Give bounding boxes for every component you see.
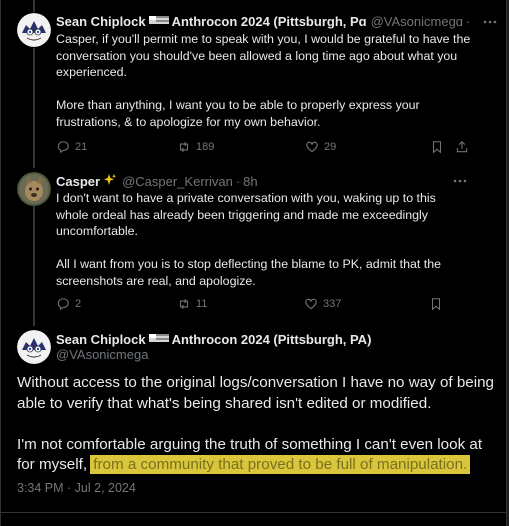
display-name[interactable]: Casper bbox=[56, 174, 100, 190]
thread-line bbox=[33, 0, 35, 12]
separator-dot: · bbox=[235, 174, 241, 189]
repost-count: 189 bbox=[196, 141, 215, 153]
tweet-text: I don't want to have a private conversat… bbox=[56, 190, 456, 289]
display-name[interactable]: Sean Chiplock bbox=[56, 332, 146, 348]
main-tweet-handle-row: @VAsonicmega bbox=[56, 347, 148, 363]
avatar[interactable] bbox=[17, 330, 51, 364]
handle[interactable]: @VAsonicmegɑ bbox=[371, 14, 463, 30]
separator-dot: · bbox=[466, 14, 471, 29]
column-border-left bbox=[0, 0, 1, 526]
reply-count: 21 bbox=[75, 141, 88, 153]
tweet-paragraph: I'm not comfortable arguing the truth of… bbox=[17, 435, 497, 476]
repost-button[interactable]: 189 bbox=[177, 139, 214, 155]
tweet-paragraph: More than anything, I want you to be abl… bbox=[56, 98, 420, 129]
bookmark-icon bbox=[432, 141, 442, 154]
like-button[interactable]: 337 bbox=[304, 296, 341, 312]
flag-icon bbox=[148, 14, 169, 30]
reply-icon bbox=[57, 298, 69, 311]
more-icon[interactable] bbox=[452, 173, 468, 189]
tweet-actions: 2 11 337 bbox=[56, 296, 456, 312]
repost-icon bbox=[179, 141, 189, 153]
display-name[interactable]: Sean Chiplock bbox=[56, 14, 146, 30]
heart-icon bbox=[305, 298, 317, 310]
highlighted-text: from a community that proved to be full … bbox=[91, 456, 470, 473]
more-icon[interactable] bbox=[482, 14, 498, 30]
reply-button[interactable]: 2 bbox=[56, 296, 81, 312]
display-name-suffix[interactable]: Anthrocon 2024 (Pittsburgh, Pɑ bbox=[172, 14, 367, 30]
main-tweet-timestamp[interactable]: 3:34 PM · Jul 2, 2024 bbox=[17, 481, 136, 495]
tweet-header: Sean Chiplock Anthrocon 2024 (Pittsburgh… bbox=[56, 14, 471, 30]
tweet-paragraph: Without access to the original logs/conv… bbox=[17, 374, 494, 412]
bookmark-button[interactable] bbox=[429, 296, 443, 312]
avatar[interactable] bbox=[17, 13, 51, 47]
repost-count: 11 bbox=[196, 298, 208, 310]
like-button[interactable]: 29 bbox=[305, 139, 336, 155]
thread-line bbox=[33, 206, 35, 326]
like-count: 29 bbox=[324, 141, 337, 153]
like-count: 337 bbox=[323, 298, 342, 310]
tweet-thread: Sean Chiplock Anthrocon 2024 (Pittsburgh… bbox=[0, 0, 509, 526]
repost-button[interactable]: 11 bbox=[177, 296, 207, 312]
tweet-paragraph: I don't want to have a private conversat… bbox=[56, 191, 436, 238]
bookmark-icon bbox=[431, 298, 441, 311]
thread-line bbox=[33, 48, 35, 168]
tweet-header: Casper @Casper_Kerrivan · 8h bbox=[56, 173, 258, 191]
tweet-paragraph: All I want from you is to stop deflectin… bbox=[56, 257, 441, 288]
share-icon bbox=[456, 141, 468, 153]
reply-count: 2 bbox=[75, 298, 82, 310]
reply-button[interactable]: 21 bbox=[56, 139, 87, 155]
sparkles-icon bbox=[103, 173, 117, 191]
timestamp[interactable]: 8h bbox=[243, 174, 257, 190]
avatar[interactable] bbox=[17, 172, 51, 206]
bookmark-button[interactable] bbox=[430, 139, 444, 155]
main-tweet-header: Sean Chiplock Anthrocon 2024 (Pittsburgh… bbox=[56, 332, 371, 348]
heart-icon bbox=[306, 141, 318, 153]
tweet-paragraph: Casper, if you'll permit me to speak wit… bbox=[56, 32, 471, 79]
tweet-actions: 21 189 29 bbox=[56, 139, 476, 155]
tweet-text: Casper, if you'll permit me to speak wit… bbox=[56, 31, 476, 130]
divider bbox=[1, 512, 506, 513]
handle[interactable]: @VAsonicmega bbox=[56, 347, 148, 363]
main-tweet-text: Without access to the original logs/conv… bbox=[17, 373, 497, 476]
handle[interactable]: @Casper_Kerrivan bbox=[122, 174, 233, 190]
display-name-suffix[interactable]: Anthrocon 2024 (Pittsburgh, PA) bbox=[172, 332, 372, 348]
repost-icon bbox=[179, 298, 189, 310]
flag-icon bbox=[148, 332, 169, 348]
share-button[interactable] bbox=[455, 139, 469, 155]
reply-icon bbox=[57, 141, 69, 154]
